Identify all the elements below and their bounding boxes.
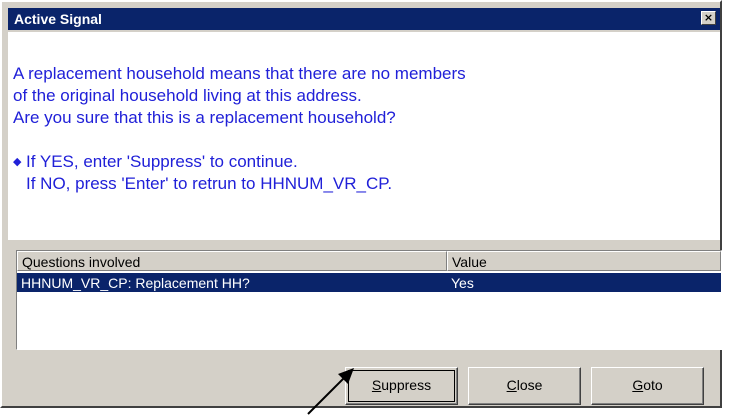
goto-button[interactable]: Goto — [591, 367, 704, 405]
column-header-value[interactable]: Value — [447, 251, 721, 271]
active-signal-dialog: Active Signal × A replacement household … — [0, 0, 722, 408]
message-line: of the original household living at this… — [13, 86, 362, 105]
instruction-yes: If YES, enter 'Suppress' to continue. — [26, 152, 298, 171]
table-row[interactable]: HHNUM_VR_CP: Replacement HH? Yes — [17, 273, 721, 292]
goto-accel: G — [632, 377, 644, 393]
message-panel: A replacement household means that there… — [8, 32, 720, 240]
goto-label: oto — [643, 377, 663, 393]
arrow-pointer-icon — [307, 368, 354, 415]
grid-header: Questions involved Value — [17, 251, 721, 271]
suppress-accel: S — [371, 377, 382, 393]
dialog-title: Active Signal — [14, 11, 102, 27]
title-bar[interactable]: Active Signal × — [8, 8, 720, 30]
column-header-questions[interactable]: Questions involved — [17, 251, 447, 271]
questions-grid[interactable]: Questions involved Value HHNUM_VR_CP: Re… — [16, 250, 722, 350]
cell-value: Yes — [451, 275, 474, 291]
close-button[interactable]: Close — [468, 367, 581, 405]
suppress-button[interactable]: Suppress — [345, 367, 458, 405]
close-label: lose — [516, 377, 543, 393]
suppress-label: uppress — [381, 377, 432, 393]
instruction-no: If NO, press 'Enter' to retrun to HHNUM_… — [26, 174, 393, 193]
close-icon[interactable]: × — [701, 11, 716, 25]
cell-question: HHNUM_VR_CP: Replacement HH? — [21, 275, 250, 291]
close-accel: C — [506, 377, 517, 393]
message-line: A replacement household means that there… — [13, 64, 466, 83]
bullet-icon: ◆ — [13, 156, 22, 168]
message-line: Are you sure that this is a replacement … — [13, 108, 396, 127]
